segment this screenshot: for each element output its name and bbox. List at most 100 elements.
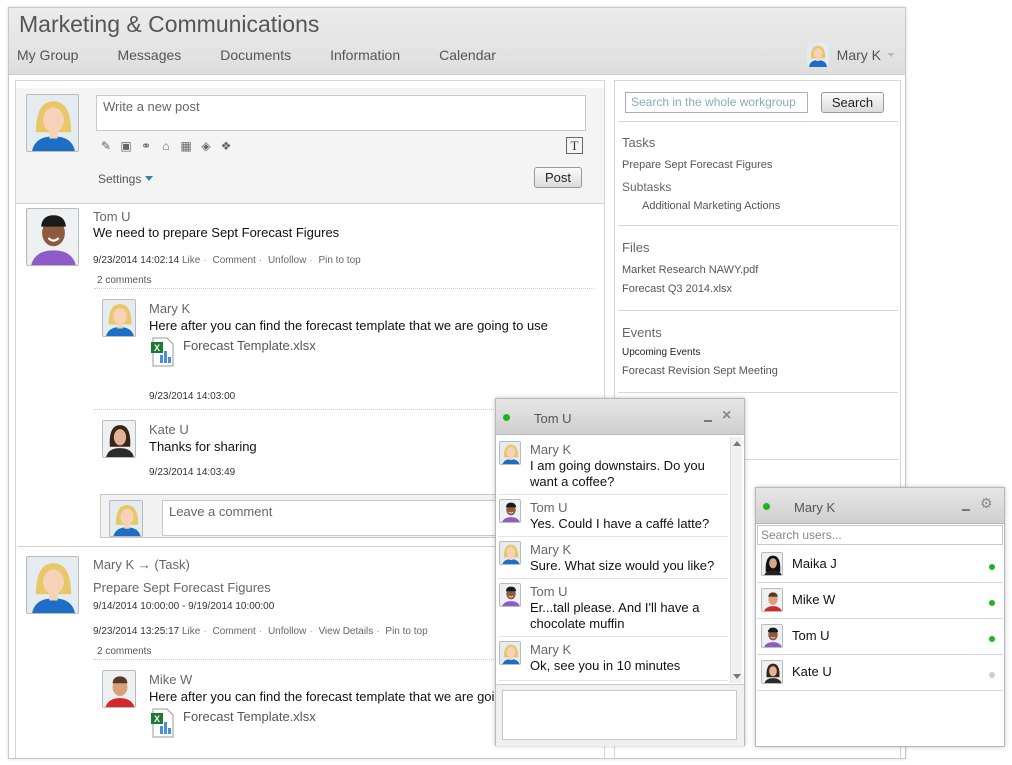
post-author[interactable]: Tom U [93, 209, 131, 224]
like-link[interactable]: Like [182, 255, 200, 266]
avatar [499, 441, 521, 465]
comment-link[interactable]: Comment [212, 255, 255, 266]
attachment-link[interactable]: Forecast Template.xlsx [183, 338, 316, 353]
link-icon[interactable]: ⚭ [138, 138, 154, 154]
camera-icon[interactable]: ▣ [118, 138, 134, 154]
contact-item[interactable]: Kate U [757, 655, 1003, 691]
chat-header[interactable]: Tom U × [496, 399, 744, 435]
comments-count[interactable]: 2 comments [97, 275, 151, 286]
chevron-down-icon [887, 53, 895, 57]
minimize-icon[interactable] [962, 509, 970, 511]
paperclip-icon[interactable]: ✎ [98, 138, 114, 154]
excel-file-icon[interactable] [151, 708, 175, 738]
unfollow-link[interactable]: Unfollow [268, 255, 306, 266]
unfollow-link[interactable]: Unfollow [268, 626, 306, 637]
comments-count[interactable]: 2 comments [97, 646, 151, 657]
message-text: Yes. Could I have a caffé latte? [530, 516, 710, 531]
avatar [102, 670, 136, 708]
file-link[interactable]: Forecast Q3 2014.xlsx [622, 283, 732, 295]
nav-information[interactable]: Information [330, 47, 400, 63]
post-button[interactable]: Post [534, 167, 582, 188]
files-heading: Files [622, 240, 650, 255]
contact-item[interactable]: Maika J [757, 547, 1003, 583]
post-author[interactable]: Mary K → (Task) [93, 557, 190, 572]
offline-status-icon [989, 672, 995, 678]
timestamp: 9/23/2014 14:03:49 [149, 467, 236, 478]
divider [618, 121, 898, 122]
attachment-toolbar: ✎ ▣ ⚭ ⌂ ▦ ◈ ❖ [98, 138, 238, 154]
online-status-icon [989, 636, 995, 642]
contact-item[interactable]: Tom U [757, 619, 1003, 655]
chat-message-input[interactable] [502, 690, 737, 740]
workgroup-search-input[interactable]: Search in the whole workgroup [625, 92, 808, 113]
nav-messages[interactable]: Messages [117, 47, 181, 63]
nav-my-group[interactable]: My Group [17, 47, 78, 63]
online-status-icon [503, 414, 510, 421]
avatar [499, 583, 521, 607]
message-text: Sure. What size would you like? [530, 558, 715, 573]
comment-author[interactable]: Mary K [149, 301, 190, 316]
chat-window: Tom U × Mary K I am going downstairs. Do… [495, 398, 745, 746]
comment-author[interactable]: Kate U [149, 422, 189, 437]
chevron-down-icon [145, 176, 154, 181]
scroll-up-icon[interactable] [733, 441, 741, 446]
message-text: I am going downstairs. Do you want a cof… [530, 458, 705, 489]
scroll-down-icon[interactable] [733, 674, 741, 679]
nav-documents[interactable]: Documents [220, 47, 291, 63]
text-format-icon[interactable]: T [566, 137, 583, 154]
comment-text: Thanks for sharing [149, 439, 257, 454]
avatar [499, 541, 521, 565]
timestamp: 9/23/2014 13:25:17 [93, 626, 180, 637]
avatar [761, 624, 783, 648]
attachment-link[interactable]: Forecast Template.xlsx [183, 709, 316, 724]
app-header: Marketing & Communications My Group Mess… [9, 8, 905, 75]
nav-calendar[interactable]: Calendar [439, 47, 496, 63]
new-post-input[interactable]: Write a new post [96, 95, 586, 131]
like-link[interactable]: Like [182, 626, 200, 637]
excel-file-icon[interactable] [151, 337, 175, 367]
dropbox-icon[interactable]: ❖ [218, 138, 234, 154]
contact-item[interactable]: Mike W [757, 583, 1003, 619]
comment-author[interactable]: Mike W [149, 672, 192, 687]
avatar [26, 556, 79, 614]
user-search-input[interactable]: Search users... [757, 525, 1003, 545]
message-text: Er...tall please. And I'll have a chocol… [530, 600, 700, 631]
settings-dropdown[interactable]: Settings [98, 172, 154, 186]
post-meta: 9/23/2014 14:02:14 Like · Comment · Unfoll… [93, 255, 361, 266]
gear-icon[interactable]: ⚙ [980, 495, 993, 512]
calendar-icon[interactable]: ▦ [178, 138, 194, 154]
task-link[interactable]: Prepare Sept Forecast Figures [622, 159, 772, 171]
contacts-window: Mary K ⚙ Search users... Maika J Mike W … [755, 487, 1005, 747]
tasks-heading: Tasks [622, 135, 656, 150]
subtask-link[interactable]: Additional Marketing Actions [642, 200, 780, 212]
avatar [761, 660, 783, 684]
message-author: Mary K [530, 442, 572, 457]
pin-link[interactable]: Pin to top [318, 255, 360, 266]
online-status-icon [763, 503, 770, 510]
comment-link[interactable]: Comment [212, 626, 255, 637]
chat-scrollbar[interactable] [730, 437, 742, 683]
file-link[interactable]: Market Research NAWY.pdf [622, 264, 758, 276]
avatar [26, 208, 79, 266]
timestamp: 9/23/2014 14:02:14 [93, 255, 180, 266]
pin-link[interactable]: Pin to top [385, 626, 427, 637]
chat-message: Mary K I am going downstairs. Do you wan… [498, 437, 728, 495]
tag-icon[interactable]: ⌂ [158, 138, 174, 154]
view-details-link[interactable]: View Details [318, 626, 373, 637]
event-link[interactable]: Forecast Revision Sept Meeting [622, 365, 778, 377]
avatar [102, 420, 136, 458]
avatar [499, 641, 521, 665]
search-button[interactable]: Search [821, 92, 884, 113]
contacts-header[interactable]: Mary K ⚙ [756, 488, 1004, 524]
contact-name: Mike W [792, 592, 836, 607]
user-menu[interactable]: Mary K [806, 43, 895, 67]
minimize-icon[interactable] [704, 420, 712, 422]
contact-name: Maika J [792, 556, 837, 571]
app-title: Marketing & Communications [19, 11, 320, 37]
task-title[interactable]: Prepare Sept Forecast Figures [93, 580, 271, 595]
comment-text: Here after you can find the forecast tem… [149, 318, 548, 333]
label-icon[interactable]: ◈ [198, 138, 214, 154]
close-icon[interactable]: × [722, 407, 731, 425]
comment-text: Here after you can find the forecast tem… [149, 689, 548, 704]
message-author: Tom U [530, 584, 568, 599]
